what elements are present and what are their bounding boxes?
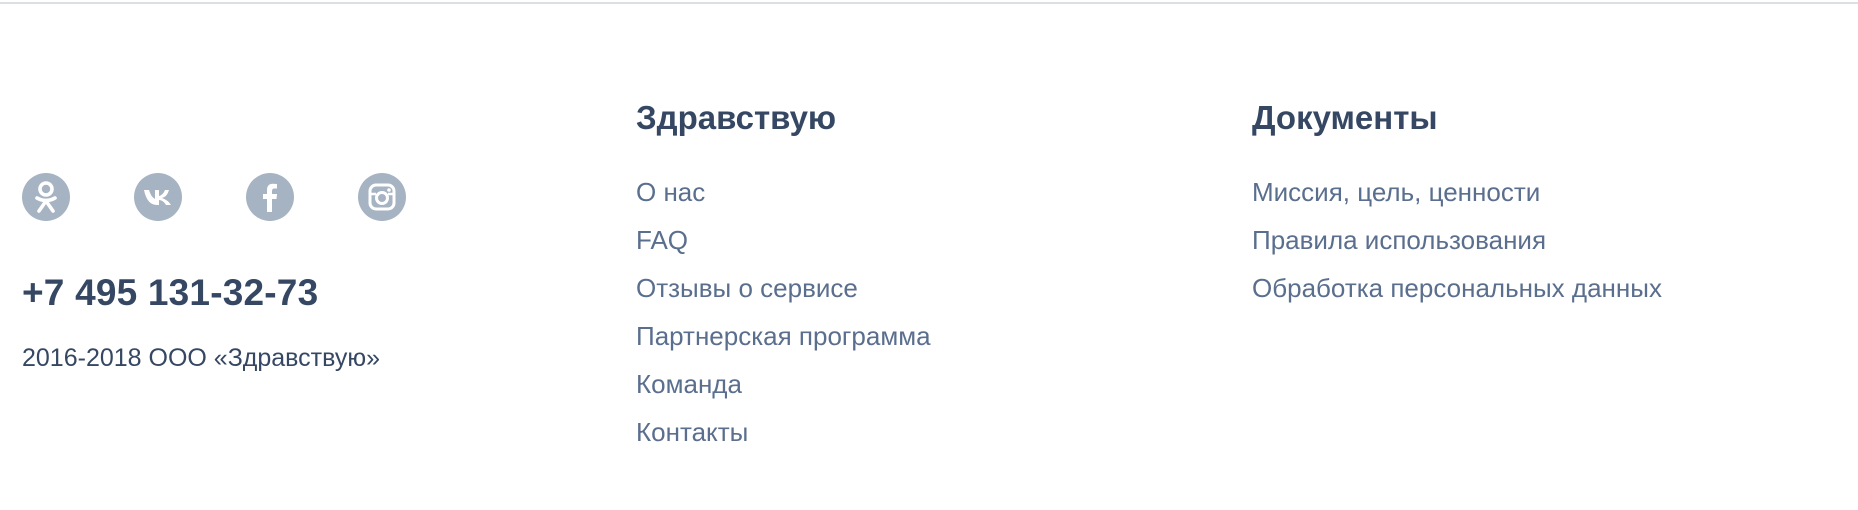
instagram-link[interactable] <box>358 173 406 221</box>
link-mission[interactable]: Миссия, цель, ценности <box>1252 177 1540 207</box>
facebook-icon <box>263 183 277 212</box>
link-faq[interactable]: FAQ <box>636 225 688 255</box>
vk-icon <box>144 190 171 205</box>
list-item: Миссия, цель, ценности <box>1252 168 1662 216</box>
list-item: Отзывы о сервисе <box>636 264 931 312</box>
facebook-link[interactable] <box>246 173 294 221</box>
column-heading: Документы <box>1252 99 1438 136</box>
link-contacts[interactable]: Контакты <box>636 417 748 447</box>
link-reviews[interactable]: Отзывы о сервисе <box>636 273 858 303</box>
list-item: FAQ <box>636 216 931 264</box>
copyright-text: 2016-2018 ООО «Здравствую» <box>22 344 381 372</box>
odnoklassniki-link[interactable] <box>22 173 70 221</box>
site-footer: +7 495 131-32-73 2016-2018 ООО «Здравств… <box>0 0 1858 510</box>
list-item: Команда <box>636 360 931 408</box>
list-item: Контакты <box>636 408 931 456</box>
phone-link[interactable]: +7 495 131-32-73 <box>22 272 318 314</box>
link-partner-program[interactable]: Партнерская программа <box>636 321 931 351</box>
link-team[interactable]: Команда <box>636 369 742 399</box>
link-personal-data[interactable]: Обработка персональных данных <box>1252 273 1662 303</box>
column-zdravstvuyu: Здравствую О нас FAQ Отзывы о сервисе Па… <box>636 98 931 456</box>
column-link-list: Миссия, цель, ценности Правила использов… <box>1252 168 1662 312</box>
column-documents: Документы Миссия, цель, ценности Правила… <box>1252 98 1662 312</box>
list-item: Партнерская программа <box>636 312 931 360</box>
odnoklassniki-icon <box>35 181 57 213</box>
instagram-icon <box>368 183 396 211</box>
link-terms-of-use[interactable]: Правила использования <box>1252 225 1546 255</box>
vk-link[interactable] <box>134 173 182 221</box>
list-item: Обработка персональных данных <box>1252 264 1662 312</box>
social-links <box>22 173 406 221</box>
list-item: О нас <box>636 168 931 216</box>
column-heading: Здравствую <box>636 99 837 136</box>
link-about[interactable]: О нас <box>636 177 705 207</box>
column-link-list: О нас FAQ Отзывы о сервисе Партнерская п… <box>636 168 931 456</box>
list-item: Правила использования <box>1252 216 1662 264</box>
